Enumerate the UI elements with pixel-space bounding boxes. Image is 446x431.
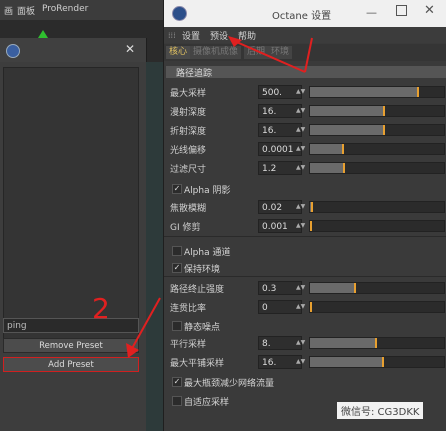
- annotation-overlay: [126, 36, 313, 358]
- annotation-line: [304, 37, 313, 73]
- annotation-arrow: [231, 39, 306, 73]
- arrow-head: [126, 343, 139, 358]
- arrow-head: [228, 36, 242, 47]
- annotation-number: 2: [92, 292, 110, 325]
- annotation-arrow: [129, 297, 161, 353]
- watermark: 微信号: CG3DKK: [337, 402, 424, 419]
